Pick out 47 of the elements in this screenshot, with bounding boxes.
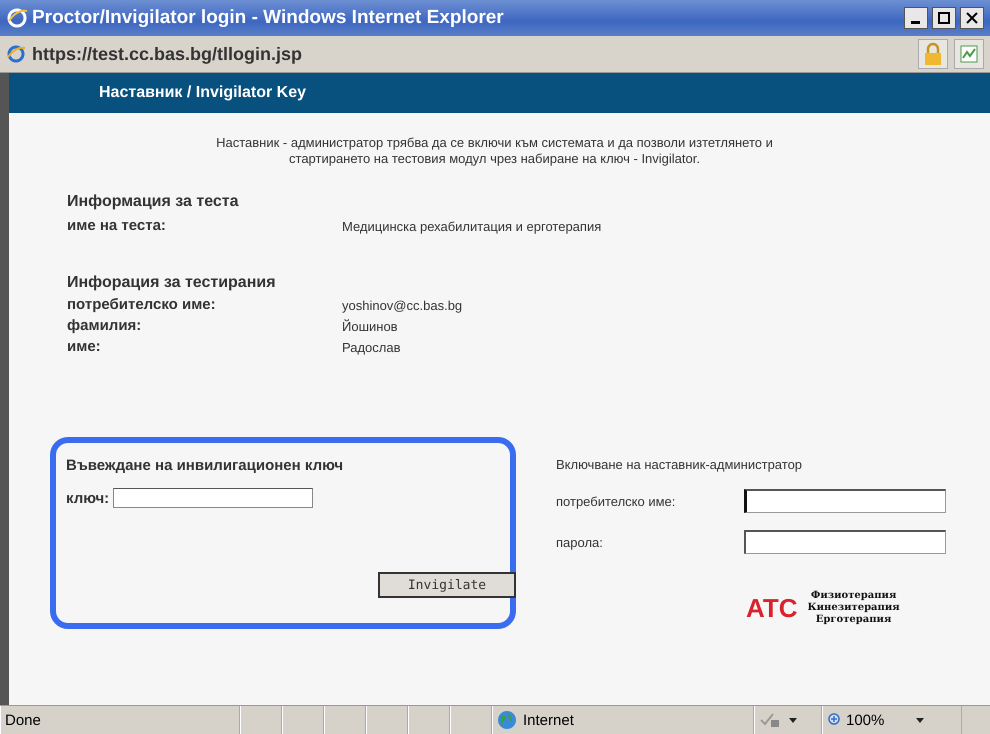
globe-icon [497,710,517,730]
status-text: Done [0,706,240,734]
zone-indicator: Internet [492,706,754,734]
logo-mark: ATC [746,592,798,624]
caret-icon [915,716,926,724]
close-button[interactable] [960,7,984,29]
window-title: Proctor/Invigilator login - Windows Internet Explorer [32,7,505,29]
field-label: парола: [556,534,604,550]
feed-icon [959,44,979,64]
field-label: потребителско име: [556,494,676,508]
intro-text: Наставник - администратор трябва да се включи към системата и да позволи изтетлянето и стартирането на тестовия модул чрез набиране на ключ - Invigilator. [215,134,774,167]
page-icon [6,44,26,64]
key-input[interactable] [113,488,314,508]
minimize-button[interactable] [904,7,928,29]
field-value: Медицинска рехабилитация и ерготерапия [342,218,602,234]
minimize-icon [911,21,921,24]
field-value: yoshinov@cc.bas.bg [342,297,464,313]
status-pane [324,706,366,734]
field-label: име на теста: [67,217,167,234]
feed-button[interactable] [954,39,984,69]
status-pane [408,706,450,734]
page-header: Наставник / Invigilator Key [9,73,990,113]
section-heading: Информация за теста [67,193,240,211]
status-pane [240,706,282,734]
field-label: име: [67,338,102,355]
logo-text: Физиотерапия Кинезитерапия Ерготерапия [808,590,900,626]
login-heading: Включване на наставник-администратор [556,457,804,472]
maximize-icon [938,12,950,24]
address-text: https://test.cc.bas.bg/tllogin.jsp [32,44,304,64]
lock-icon [923,42,943,66]
zoom-control[interactable]: 100% [822,706,962,734]
password-input[interactable] [744,530,946,554]
browser-icon [6,7,28,29]
status-pane [282,706,324,734]
field-value: Радослав [342,339,402,355]
close-icon [966,12,978,24]
section-heading: Инфорация за тестирания [67,274,277,292]
panel-heading: Въвеждане на инвилигационен ключ [66,457,344,474]
field-value: Йошинов [342,318,399,334]
maximize-button[interactable] [932,7,956,29]
username-input[interactable] [744,489,946,513]
invigilate-button[interactable]: Invigilate [378,572,516,598]
key-label: ключ: [66,490,110,506]
field-label: потребителско име: [67,296,217,313]
status-pane [366,706,408,734]
field-label: фамилия: [67,317,142,334]
status-pane [450,706,492,734]
